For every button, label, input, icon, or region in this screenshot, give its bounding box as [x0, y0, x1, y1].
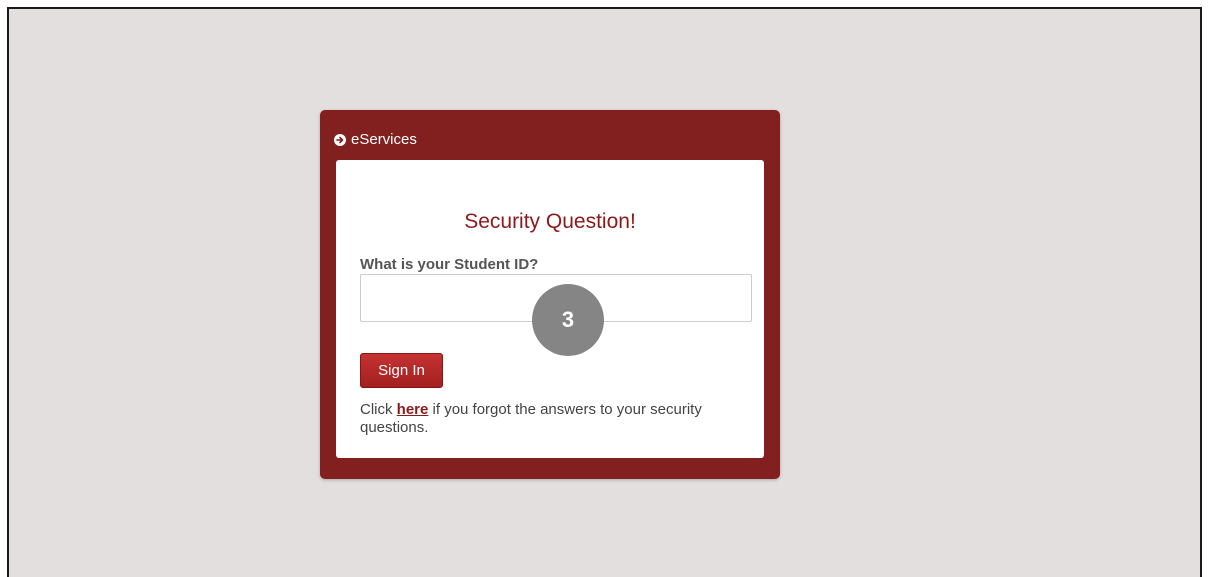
forgot-answers-link[interactable]: here: [397, 401, 429, 418]
panel-header-label: eServices: [351, 130, 417, 148]
sign-in-button[interactable]: Sign In: [360, 353, 443, 388]
panel-header: eServices: [334, 130, 417, 148]
question-label: What is your Student ID?: [360, 256, 539, 273]
help-prefix: Click: [360, 401, 393, 418]
step-number-badge: 3: [532, 284, 604, 356]
browser-viewport: eServices Security Question! What is you…: [7, 7, 1202, 577]
security-question-card: Security Question! What is your Student …: [336, 160, 764, 458]
arrow-circle-right-icon: [334, 133, 346, 146]
page-title: Security Question!: [464, 210, 636, 233]
eservices-panel: eServices Security Question! What is you…: [320, 110, 780, 479]
forgot-answers-text: Click here if you forgot the answers to …: [360, 401, 750, 437]
